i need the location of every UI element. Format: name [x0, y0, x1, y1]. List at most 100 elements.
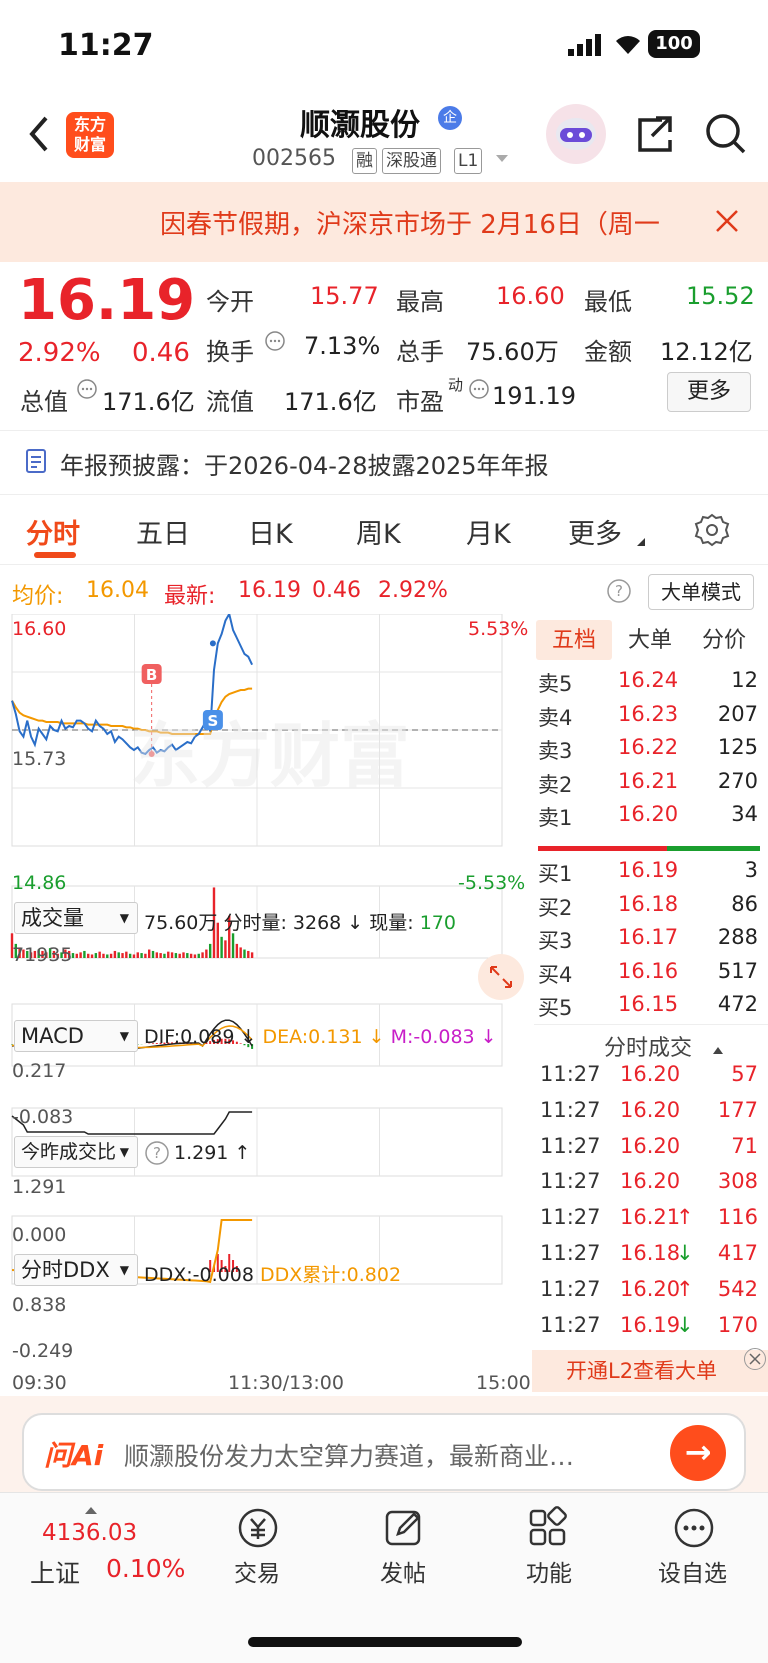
gear-icon[interactable] — [694, 512, 730, 552]
ask-row-volume: 270 — [717, 768, 758, 793]
tab-monthly-k[interactable]: 月K — [466, 512, 511, 551]
robot-avatar-icon[interactable] — [546, 104, 606, 164]
ddx-top-label: 0.838 — [12, 1294, 67, 1316]
open-l2-link[interactable]: 开通L2查看大单 — [532, 1350, 768, 1392]
volume-bar — [109, 953, 113, 958]
latest-chg: 0.46 — [312, 578, 361, 603]
chevron-down-icon[interactable] — [494, 150, 510, 170]
battery-icon: 100 — [648, 30, 700, 58]
tab-five-levels[interactable]: 五档 — [552, 622, 596, 654]
divider — [534, 1024, 768, 1025]
volume-bar — [247, 950, 250, 958]
trade-volume: 116 — [717, 1205, 758, 1230]
stock-name: 顺灏股份 — [300, 108, 420, 143]
volume-bar — [159, 953, 162, 958]
info-icon[interactable] — [264, 330, 286, 356]
volume-indicator-select[interactable]: 成交量 ▼ — [14, 902, 138, 934]
ddx-indicator-select[interactable]: 分时DDX ▼ — [14, 1254, 138, 1286]
tab-weekly-k[interactable]: 周K — [356, 512, 401, 551]
ask-row-price: 16.21 — [618, 768, 679, 793]
info-icon[interactable] — [76, 378, 98, 404]
latest-value: 16.19 — [238, 578, 301, 603]
nav-trade[interactable]: 交易 — [234, 1554, 280, 1588]
arrow-up-icon: ↑ — [676, 1276, 694, 1301]
help-icon[interactable]: ? — [606, 578, 632, 608]
index-pct[interactable]: 0.10% — [106, 1554, 185, 1583]
tab-price-dist[interactable]: 分价 — [702, 622, 746, 654]
tab-more[interactable]: 更多 — [568, 512, 622, 551]
close-icon[interactable] — [714, 208, 740, 238]
bid-row-price: 16.17 — [618, 925, 679, 949]
ai-prompt-text[interactable]: 顺灏股份发力太空算力赛道，最新商业… — [124, 1437, 574, 1473]
post-icon[interactable] — [382, 1506, 426, 1554]
info-icon[interactable] — [468, 378, 490, 404]
volume-bar — [197, 953, 200, 958]
ratio-indicator-select[interactable]: 今昨成交比 ▼ — [14, 1136, 138, 1168]
macd-info: DIF:0.089 ↓ DEA:0.131 ↓ M:-0.083 ↓ — [144, 1026, 497, 1048]
volume-bar — [201, 952, 204, 958]
bid-row-label: 买2 — [538, 895, 573, 920]
volume-bar — [102, 953, 105, 958]
macd-indicator-select[interactable]: MACD ▼ — [14, 1020, 138, 1052]
bid-row-volume: 472 — [717, 992, 758, 1016]
chevron-up-icon[interactable] — [712, 1040, 724, 1059]
tab-big-orders[interactable]: 大单 — [628, 622, 672, 654]
ask-row-price: 16.20 — [618, 802, 679, 826]
nav-functions[interactable]: 功能 — [526, 1554, 572, 1588]
big-order-mode-button[interactable]: 大单模式 — [648, 574, 754, 610]
stock-code: 002565 — [252, 146, 336, 171]
mktcap-value: 171.6亿 — [102, 388, 195, 416]
volume-bar — [189, 953, 193, 958]
trades-title[interactable]: 分时成交 — [604, 1030, 692, 1062]
trade-price: 16.20 — [620, 1062, 681, 1086]
volume-bar — [178, 953, 181, 958]
trade-price: 16.21 — [620, 1205, 681, 1230]
bid-row-price: 16.15 — [618, 992, 679, 1016]
ask-row-price: 16.22 — [618, 735, 679, 759]
more-button[interactable]: 更多 — [667, 372, 751, 412]
y-min-label: 14.86 — [12, 872, 67, 894]
high-label: 最高 — [396, 288, 444, 316]
ratio-bottom-label: 0.000 — [12, 1224, 67, 1246]
tab-daily-k[interactable]: 日K — [248, 512, 293, 551]
volume-bar — [170, 952, 174, 958]
trade-icon[interactable] — [236, 1506, 280, 1554]
help-icon[interactable]: ? — [144, 1140, 170, 1170]
volume-bar — [128, 953, 132, 958]
svg-text:?: ? — [153, 1144, 161, 1162]
annual-report-notice[interactable]: 年报预披露：于2026-04-28披露2025年年报 — [60, 446, 549, 481]
more-circle-icon[interactable] — [672, 1506, 716, 1554]
latest-pct: 2.92% — [378, 578, 448, 603]
bid-row-price: 16.18 — [618, 891, 679, 916]
float-value: 171.6亿 — [284, 388, 377, 416]
signal-icon — [568, 34, 604, 60]
nav-post[interactable]: 发帖 — [380, 1554, 426, 1588]
share-icon[interactable] — [632, 112, 676, 160]
nav-add-watchlist[interactable]: 设自选 — [658, 1554, 727, 1588]
x-tick-open: 09:30 — [12, 1372, 67, 1394]
arrow-down-icon: ↓ — [676, 1241, 694, 1265]
search-icon[interactable] — [704, 112, 748, 160]
apps-icon[interactable] — [526, 1506, 570, 1554]
macd-top-label: 0.217 — [12, 1060, 67, 1082]
ratio-top-label: 1.291 — [12, 1176, 67, 1198]
index-name[interactable]: 上证 — [30, 1554, 80, 1590]
trade-price: 16.19 — [620, 1312, 681, 1337]
index-value[interactable]: 4136.03 — [42, 1520, 137, 1546]
pe-sup: 动 — [448, 376, 464, 394]
expand-icon[interactable] — [478, 954, 524, 1000]
close-icon[interactable] — [744, 1348, 766, 1370]
banner-text[interactable]: 因春节假期，沪深京市场于 2月16日（周一 — [160, 204, 680, 241]
macd-bottom-label: -0.083 — [12, 1106, 74, 1128]
tab-five-day[interactable]: 五日 — [136, 512, 190, 551]
bid-row-label: 买1 — [538, 862, 573, 886]
prev-close-label: 15.73 — [12, 748, 67, 770]
bid-row-price: 16.16 — [618, 958, 679, 983]
trade-time: 11:27 — [540, 1097, 601, 1122]
volume-bar — [113, 950, 117, 958]
ai-send-button[interactable]: → — [670, 1425, 726, 1481]
tab-intraday[interactable]: 分时 — [26, 512, 80, 551]
trade-price: 16.20 — [620, 1169, 681, 1194]
back-icon[interactable] — [26, 114, 52, 158]
price-point — [209, 640, 216, 647]
